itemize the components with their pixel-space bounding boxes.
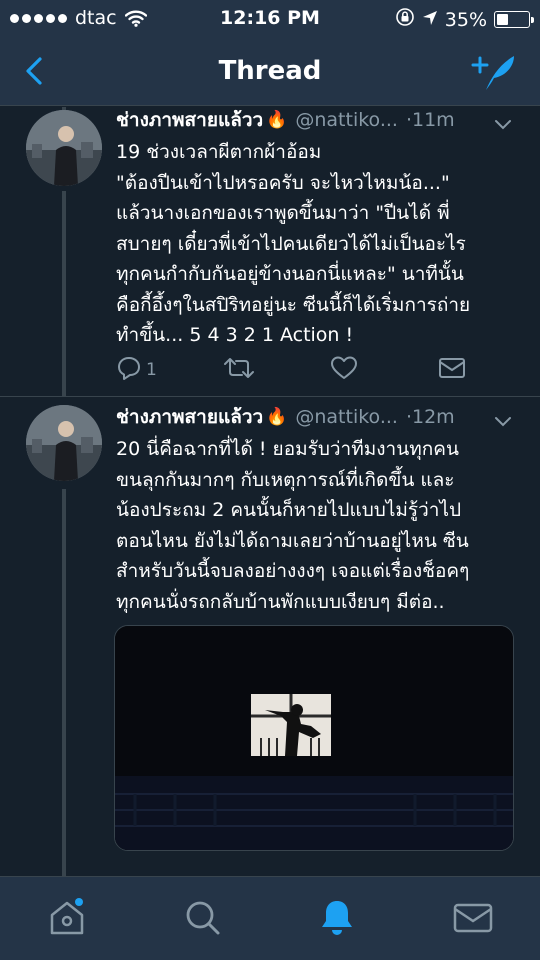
compose-tweet-icon[interactable] bbox=[470, 52, 518, 94]
fire-emoji: 🔥 bbox=[266, 407, 288, 427]
search-icon[interactable] bbox=[180, 895, 226, 941]
tweet-line: ขนลุกกันมากๆ กับเหตุการณ์ที่เกิดขึ้น และ bbox=[116, 468, 455, 491]
navigation-bar: Thread bbox=[0, 40, 540, 106]
tweet-line: สำหรับวันนี้จบลงอย่างงงๆ เจอแต่เรื่องช็อ… bbox=[116, 560, 470, 582]
chevron-down-icon[interactable] bbox=[494, 411, 512, 433]
messages-icon[interactable] bbox=[450, 895, 496, 941]
tweet-text: 20 นี่คือฉากที่ได้ ! ยอมรับว่าทีมงานทุกค… bbox=[116, 434, 526, 617]
tweet-line: ทุกคนนั่งรถกลับบ้านพักแบบเงียบๆ มีต่อ.. bbox=[116, 590, 445, 613]
notifications-icon[interactable] bbox=[314, 895, 360, 941]
battery-percent: 35% bbox=[444, 8, 487, 31]
tweet[interactable]: ช่างภาพสายแล้วว 🔥 @nattiko... ·12m 20 นี… bbox=[0, 107, 540, 851]
user-handle[interactable]: @nattiko... bbox=[295, 406, 398, 428]
rotation-lock-icon bbox=[395, 7, 415, 32]
page-title: Thread bbox=[218, 56, 322, 86]
battery-icon bbox=[494, 11, 534, 28]
home-icon[interactable] bbox=[44, 895, 90, 941]
tweet-line: 20 นี่คือฉากที่ได้ ! ยอมรับว่าทีมงานทุกค… bbox=[116, 438, 459, 460]
display-name[interactable]: ช่างภาพสายแล้วว bbox=[116, 402, 263, 432]
location-icon bbox=[422, 9, 438, 31]
thread-timeline[interactable]: ช่างภาพสายแล้วว 🔥 @nattiko... ·11m 19 ช่… bbox=[0, 107, 540, 876]
tweet-line: ตอนไหน ยังไม่ได้ถามเลยว่าบ้านอยู่ไหน ซีน bbox=[116, 529, 469, 552]
avatar[interactable] bbox=[26, 405, 102, 481]
tweet-line: น้องประถม 2 คนนั้นก็หายไปแบบไม่รู้ว่าไป bbox=[116, 499, 462, 521]
tweet-header: ช่างภาพสายแล้วว 🔥 @nattiko... ·12m bbox=[116, 404, 528, 430]
tab-bar bbox=[0, 876, 540, 960]
tweet-media-image[interactable] bbox=[114, 625, 514, 851]
tweet-time: ·12m bbox=[405, 406, 455, 428]
status-indicators: 35% bbox=[395, 7, 534, 32]
status-bar: dtac 12:16 PM 35% bbox=[0, 0, 540, 40]
battery-level bbox=[497, 14, 508, 25]
